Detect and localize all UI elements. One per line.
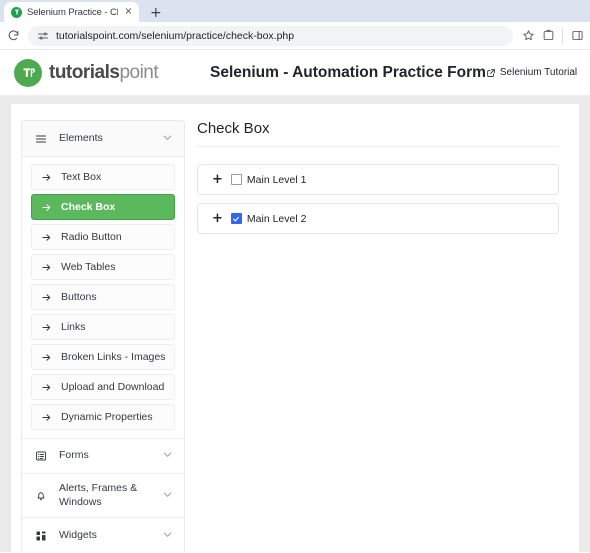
sidebar-group-alerts-frames-windows[interactable]: Alerts, Frames & Windows xyxy=(22,474,184,518)
sidebar-group-label: Alerts, Frames & Windows xyxy=(59,482,151,508)
browser-toolbar: tutorialspoint.com/selenium/practice/che… xyxy=(0,22,590,50)
sidebar: Elements Text Box Check Box xyxy=(21,120,185,552)
sidebar-group-forms[interactable]: Forms xyxy=(22,438,184,474)
tree-node-main-level-2: + Main Level 2 xyxy=(197,203,559,234)
site-header: tutorialspoint Selenium - Automation Pra… xyxy=(0,50,590,96)
arrow-right-icon xyxy=(41,262,52,273)
tune-icon[interactable] xyxy=(37,30,49,42)
list-form-icon xyxy=(34,450,48,462)
star-icon[interactable] xyxy=(519,27,537,45)
toolbar-divider xyxy=(562,29,563,43)
checkbox-label[interactable]: Main Level 1 xyxy=(247,174,307,186)
sidebar-item-buttons[interactable]: Buttons xyxy=(31,284,175,310)
grid-widgets-icon xyxy=(34,530,48,542)
arrow-right-icon xyxy=(41,382,52,393)
browser-window: Selenium Practice - Check Bo × + tutoria… xyxy=(0,0,590,553)
selenium-tutorial-link[interactable]: Selenium Tutorial xyxy=(486,67,583,78)
external-link-icon xyxy=(486,68,496,78)
sidebar-group-label: Elements xyxy=(59,132,151,145)
sidebar-item-label: Text Box xyxy=(61,171,101,183)
sidebar-group-label: Forms xyxy=(59,449,151,462)
hamburger-icon xyxy=(34,133,48,145)
reload-icon[interactable] xyxy=(4,27,22,45)
sidebar-elements-items: Text Box Check Box Radio Button Web xyxy=(22,157,184,438)
sidebar-group-label: Widgets xyxy=(59,529,151,542)
main-heading: Check Box xyxy=(197,120,559,147)
sidebar-group-elements[interactable]: Elements xyxy=(22,121,184,157)
logo-light-text: point xyxy=(119,62,158,83)
arrow-right-icon xyxy=(41,352,52,363)
site-logo-text: tutorialspoint xyxy=(49,62,158,84)
sidebar-item-links[interactable]: Links xyxy=(31,314,175,340)
sidebar-item-label: Check Box xyxy=(61,201,115,213)
sidebar-item-radio-button[interactable]: Radio Button xyxy=(31,224,175,250)
bell-icon xyxy=(34,490,48,502)
site-logo[interactable]: tutorialspoint xyxy=(14,59,194,87)
tutorialspoint-favicon-icon xyxy=(11,7,22,18)
content-card: Elements Text Box Check Box xyxy=(11,104,579,552)
chevron-down-icon[interactable] xyxy=(162,527,173,545)
expand-toggle-icon[interactable]: + xyxy=(212,173,223,186)
close-icon[interactable]: × xyxy=(123,7,134,17)
checkbox-row: Main Level 1 xyxy=(231,174,307,186)
checkbox-main-level-1[interactable] xyxy=(231,174,242,185)
expand-toggle-icon[interactable]: + xyxy=(212,212,223,225)
sidebar-item-check-box[interactable]: Check Box xyxy=(31,194,175,220)
tab-title: Selenium Practice - Check Bo xyxy=(27,7,118,18)
browser-tab-active[interactable]: Selenium Practice - Check Bo × xyxy=(4,2,139,22)
page-viewport: tutorialspoint Selenium - Automation Pra… xyxy=(0,50,590,553)
check-icon xyxy=(232,215,240,223)
arrow-right-icon xyxy=(41,202,52,213)
arrow-right-icon xyxy=(41,232,52,243)
page-body: Elements Text Box Check Box xyxy=(0,96,590,552)
logo-bold-text: tutorials xyxy=(49,62,119,83)
sidebar-item-text-box[interactable]: Text Box xyxy=(31,164,175,190)
new-tab-button[interactable]: + xyxy=(150,6,162,20)
sidebar-item-upload-and-download[interactable]: Upload and Download xyxy=(31,374,175,400)
address-bar[interactable]: tutorialspoint.com/selenium/practice/che… xyxy=(28,26,513,46)
sidebar-item-label: Links xyxy=(61,321,86,333)
sidebar-item-label: Dynamic Properties xyxy=(61,411,153,423)
sidebar-item-label: Upload and Download xyxy=(61,381,164,393)
checkbox-main-level-2[interactable] xyxy=(231,213,242,224)
selenium-tutorial-label: Selenium Tutorial xyxy=(500,67,577,78)
chevron-down-icon[interactable] xyxy=(162,447,173,465)
sidebar-item-label: Web Tables xyxy=(61,261,115,273)
sidebar-item-label: Buttons xyxy=(61,291,97,303)
toolbar-actions xyxy=(519,27,586,45)
main-content: Check Box + Main Level 1 + xyxy=(197,120,569,552)
chevron-down-icon[interactable] xyxy=(162,130,173,148)
arrow-right-icon xyxy=(41,172,52,183)
sidebar-item-label: Radio Button xyxy=(61,231,122,243)
tab-strip: Selenium Practice - Check Bo × + xyxy=(0,0,590,22)
sidebar-item-label: Broken Links - Images xyxy=(61,351,165,363)
chevron-down-icon[interactable] xyxy=(162,487,173,505)
sidebar-item-web-tables[interactable]: Web Tables xyxy=(31,254,175,280)
arrow-right-icon xyxy=(41,322,52,333)
address-bar-url[interactable]: tutorialspoint.com/selenium/practice/che… xyxy=(56,30,504,42)
sidebar-item-broken-links-images[interactable]: Broken Links - Images xyxy=(31,344,175,370)
tree-node-main-level-1: + Main Level 1 xyxy=(197,164,559,195)
checkbox-label[interactable]: Main Level 2 xyxy=(247,213,307,225)
sidebar-group-widgets[interactable]: Widgets xyxy=(22,518,184,552)
tp-monogram-icon xyxy=(14,59,42,87)
sidebar-item-dynamic-properties[interactable]: Dynamic Properties xyxy=(31,404,175,430)
checkbox-row: Main Level 2 xyxy=(231,213,307,225)
page-title: Selenium - Automation Practice Form xyxy=(194,64,486,82)
arrow-right-icon xyxy=(41,412,52,423)
cast-icon[interactable] xyxy=(539,27,557,45)
side-panel-icon[interactable] xyxy=(568,27,586,45)
arrow-right-icon xyxy=(41,292,52,303)
